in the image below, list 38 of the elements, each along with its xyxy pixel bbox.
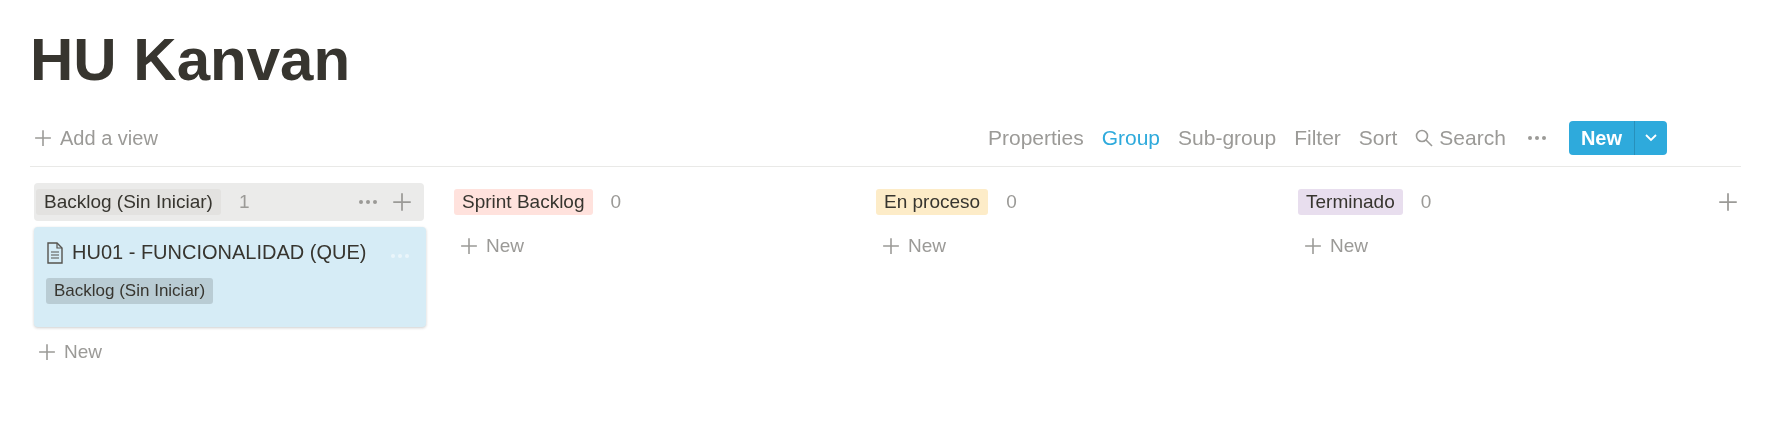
- group-label: Terminado: [1298, 189, 1403, 215]
- toolbar-button[interactable]: Sub-group: [1169, 126, 1286, 150]
- chevron-down-icon: [1645, 134, 1657, 142]
- group-count: 0: [1420, 191, 1432, 213]
- add-card-button[interactable]: New: [1296, 221, 1376, 271]
- plus-icon: [38, 343, 56, 361]
- more-icon: [1526, 135, 1547, 141]
- group-label: Backlog (Sin Iniciar): [36, 189, 221, 215]
- group-label: En proceso: [876, 189, 989, 215]
- add-view-button[interactable]: Add a view: [34, 126, 158, 150]
- plus-icon: [34, 129, 52, 147]
- group-count: 0: [1006, 191, 1017, 213]
- page-title: HU Kanvan: [30, 25, 352, 95]
- plus-icon: [1304, 237, 1322, 255]
- group-label: Sprint Backlog: [454, 189, 593, 215]
- new-button[interactable]: New: [1568, 121, 1667, 155]
- more-icon: [358, 199, 378, 205]
- document-icon: [46, 241, 64, 264]
- toolbar-button[interactable]: Sort: [1349, 126, 1407, 150]
- kanban-card[interactable]: HU01 - FUNCIONALIDAD (QUE) Backlog (Sin Iniciar): [34, 227, 426, 327]
- group-count: 0: [610, 191, 622, 213]
- new-button-label[interactable]: New: [1568, 121, 1634, 155]
- add-icon: [392, 192, 412, 212]
- toolbar-button[interactable]: Group: [1092, 126, 1170, 150]
- search-icon: [1415, 129, 1434, 147]
- plus-icon: [1718, 192, 1738, 212]
- group-count: 1: [238, 191, 250, 213]
- add-card-button[interactable]: New: [452, 221, 532, 271]
- toolbar-button[interactable]: Properties: [978, 126, 1093, 150]
- card-title: HU01 - FUNCIONALIDAD (QUE): [72, 241, 367, 264]
- add-card-button[interactable]: New: [30, 327, 110, 377]
- plus-icon: [460, 237, 478, 255]
- toolbar-button[interactable]: Filter: [1285, 126, 1350, 150]
- add-group-button[interactable]: [1718, 192, 1738, 212]
- card-tag: Backlog (Sin Iniciar): [46, 278, 214, 304]
- search-button[interactable]: Search: [1406, 126, 1515, 150]
- add-card-button[interactable]: New: [874, 221, 954, 271]
- plus-icon: [882, 237, 900, 255]
